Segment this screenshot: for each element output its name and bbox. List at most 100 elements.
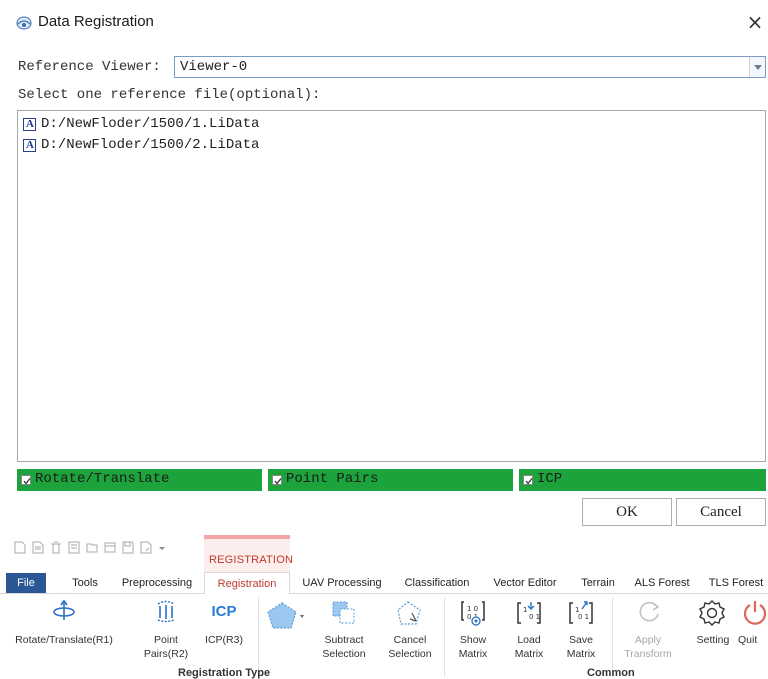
chevron-down-icon [754, 65, 762, 70]
icp-icon: ICP [211, 603, 237, 620]
file-name: D:/NewFloder/1500/1.LiData [41, 116, 260, 132]
load-matrix-label-line2: Matrix [514, 648, 544, 660]
registration-panel: Rotate/Translate(R1) Point Pairs(R2) ICP… [0, 595, 768, 679]
icp-label: ICP [537, 471, 563, 487]
point-pairs-button[interactable]: Point Pairs(R2) [138, 597, 194, 667]
group-separator [258, 597, 259, 677]
close-icon[interactable]: × [744, 11, 766, 33]
svg-text:0 1: 0 1 [529, 613, 540, 621]
tab-vector-editor[interactable]: Vector Editor [485, 572, 565, 594]
cancel-button[interactable]: Cancel [676, 498, 766, 526]
show-matrix-label-line2: Matrix [458, 648, 488, 660]
save-matrix-icon: 1 0 1 [569, 601, 593, 624]
svg-text:1: 1 [523, 606, 527, 614]
icp-option[interactable]: ICP [519, 469, 766, 491]
rotate-translate-label: Rotate/Translate [35, 471, 170, 487]
group-separator [444, 597, 445, 677]
export-icon[interactable] [140, 541, 152, 554]
group-label-registration-type: Registration Type [178, 667, 271, 679]
dropdown-button[interactable] [749, 57, 765, 77]
file-list-item[interactable]: A D:/NewFloder/1500/1.LiData [23, 115, 259, 133]
group-separator [612, 597, 613, 677]
tab-classification[interactable]: Classification [397, 572, 477, 594]
tab-terrain[interactable]: Terrain [573, 572, 623, 594]
rotate-translate-icon [53, 599, 75, 620]
save-matrix-label-line1: Save [569, 634, 593, 646]
quick-access-toolbar [14, 539, 172, 555]
lidata-file-icon: A [23, 117, 36, 131]
show-matrix-label-line1: Show [459, 634, 487, 646]
rotate-translate-checkbox[interactable] [21, 475, 31, 485]
apply-transform-icon [639, 601, 660, 622]
document-icon[interactable] [68, 541, 80, 554]
reference-viewer-select[interactable]: Viewer-0 [174, 56, 766, 78]
apply-transform-label-line2: Transform [624, 648, 672, 660]
registration-context-tab: REGISTRATION [204, 535, 294, 573]
apply-transform-label-line1: Apply [634, 634, 662, 646]
save-matrix-label-line2: Matrix [566, 648, 596, 660]
tab-preprocessing[interactable]: Preprocessing [114, 572, 200, 594]
folder-icon[interactable] [86, 541, 98, 554]
show-matrix-icon: 1 0 0 1 [461, 601, 485, 626]
checkmark-icon [274, 478, 282, 485]
apply-transform-button[interactable]: Apply Transform [616, 597, 680, 667]
svg-text:1 0: 1 0 [467, 605, 478, 613]
registration-context-label: REGISTRATION [209, 554, 294, 566]
setting-label: Setting [696, 634, 730, 646]
tab-file[interactable]: File [6, 573, 46, 593]
select-reference-file-label: Select one reference file(optional): [18, 87, 321, 103]
show-matrix-button[interactable]: 1 0 0 1 Show Matrix [448, 597, 498, 667]
icp-button[interactable]: ICP ICP(R3) [196, 597, 252, 667]
new-file-icon[interactable] [14, 541, 26, 554]
setting-button[interactable]: Setting [690, 597, 736, 667]
svg-text:0 1: 0 1 [578, 613, 589, 621]
icp-checkbox[interactable] [523, 475, 533, 485]
tab-registration[interactable]: Registration [204, 572, 290, 595]
reference-file-list[interactable]: A D:/NewFloder/1500/1.LiData A D:/NewFlo… [17, 110, 766, 462]
ok-button[interactable]: OK [582, 498, 672, 526]
window-icon[interactable] [104, 541, 116, 554]
point-pairs-option[interactable]: Point Pairs [268, 469, 513, 491]
pentagon-selection-icon [267, 602, 304, 629]
tab-tools[interactable]: Tools [60, 572, 110, 594]
data-registration-dialog: Data Registration × Reference Viewer: Vi… [0, 0, 768, 532]
tab-tls-forest[interactable]: TLS Forest [704, 572, 768, 594]
tab-uav-processing[interactable]: UAV Processing [295, 572, 389, 594]
save-icon[interactable] [122, 541, 134, 554]
load-matrix-label-line1: Load [517, 634, 541, 646]
tab-als-forest[interactable]: ALS Forest [630, 572, 694, 594]
file-name: D:/NewFloder/1500/2.LiData [41, 137, 260, 153]
pentagon-selection-button[interactable] [262, 597, 312, 637]
icp-label: ICP(R3) [205, 634, 243, 646]
gear-icon [699, 600, 725, 626]
subtract-selection-label-line2: Selection [322, 648, 366, 660]
file-list-item[interactable]: A D:/NewFloder/1500/2.LiData [23, 136, 259, 154]
point-pairs-label-line1: Point [154, 634, 178, 646]
point-pairs-checkbox[interactable] [272, 475, 282, 485]
reference-viewer-label: Reference Viewer: [18, 59, 161, 75]
quit-button[interactable]: Quit [738, 597, 768, 667]
rotate-translate-option[interactable]: Rotate/Translate [17, 469, 262, 491]
save-matrix-button[interactable]: 1 0 1 Save Matrix [556, 597, 606, 667]
subtract-selection-button[interactable]: Subtract Selection [316, 597, 372, 667]
load-matrix-button[interactable]: 1 0 1 Load Matrix [504, 597, 554, 667]
app-logo-icon [16, 16, 32, 30]
reference-viewer-value: Viewer-0 [180, 59, 248, 75]
cancel-selection-label-line2: Selection [388, 648, 432, 660]
point-pairs-label: Point Pairs [286, 471, 379, 487]
chevron-down-icon[interactable] [158, 541, 166, 554]
cancel-selection-button[interactable]: Cancel Selection [382, 597, 438, 667]
group-label-common: Common [587, 667, 635, 679]
checkmark-icon [525, 478, 533, 485]
open-file-icon[interactable] [32, 541, 44, 554]
point-pairs-label-line2: Pairs(R2) [143, 648, 189, 660]
power-icon [743, 601, 767, 625]
delete-icon[interactable] [50, 541, 62, 554]
dialog-titlebar: Data Registration × [0, 0, 768, 46]
dialog-title: Data Registration [38, 13, 154, 30]
rotate-translate-button[interactable]: Rotate/Translate(R1) [14, 597, 114, 667]
checkmark-icon [23, 478, 31, 485]
cancel-selection-icon [397, 601, 421, 625]
point-pairs-icon [157, 600, 175, 623]
subtract-selection-label-line1: Subtract [324, 634, 364, 646]
